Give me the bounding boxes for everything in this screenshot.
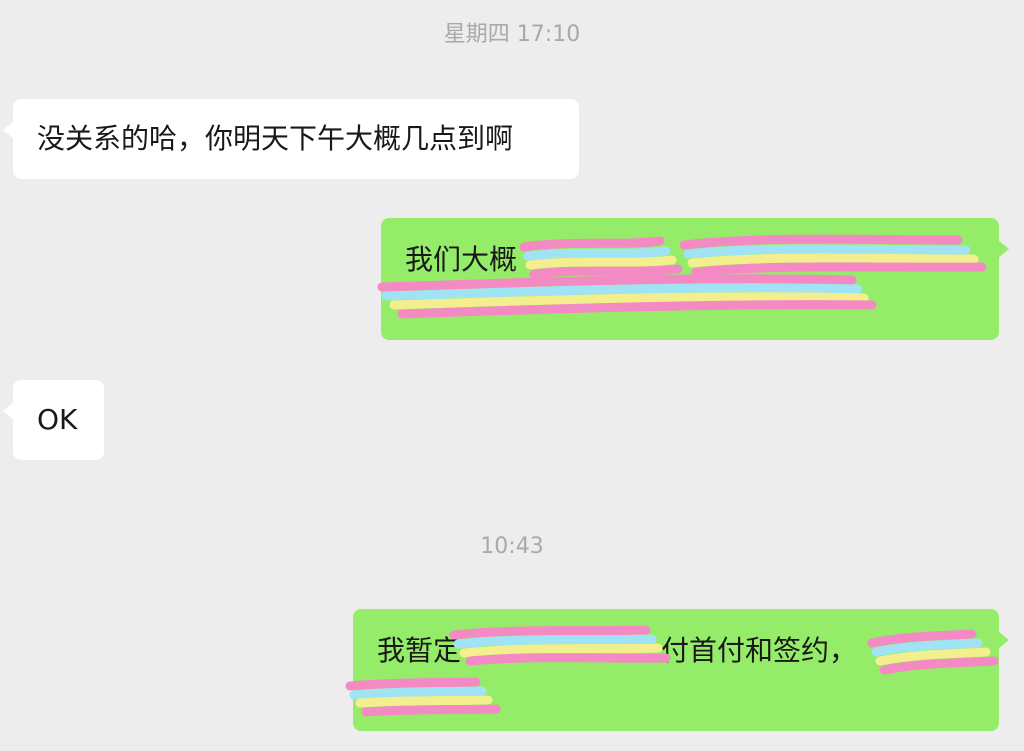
message-bubble-incoming[interactable]: 没关系的哈，你明天下午大概几点到啊 [3,99,579,179]
message-text: 付首付和签约， [661,634,858,667]
message-text: 我暂定 [377,634,462,667]
message-text: OK [37,403,78,436]
message-bubble-outgoing[interactable]: 我暂定 付首付和签约， [353,609,1009,731]
chat-conversation: 星期四 17:10 没关系的哈，你明天下午大概几点到啊 我们大概 OK 10:4… [0,0,1024,751]
timestamp-divider: 10:43 [480,534,544,559]
message-text: 没关系的哈，你明天下午大概几点到啊 [37,122,514,155]
message-text: 我们大概 [405,243,518,276]
timestamp-divider: 星期四 17:10 [443,22,581,47]
message-bubble-incoming[interactable]: OK [3,380,104,460]
message-bubble-outgoing[interactable]: 我们大概 [381,218,1009,340]
